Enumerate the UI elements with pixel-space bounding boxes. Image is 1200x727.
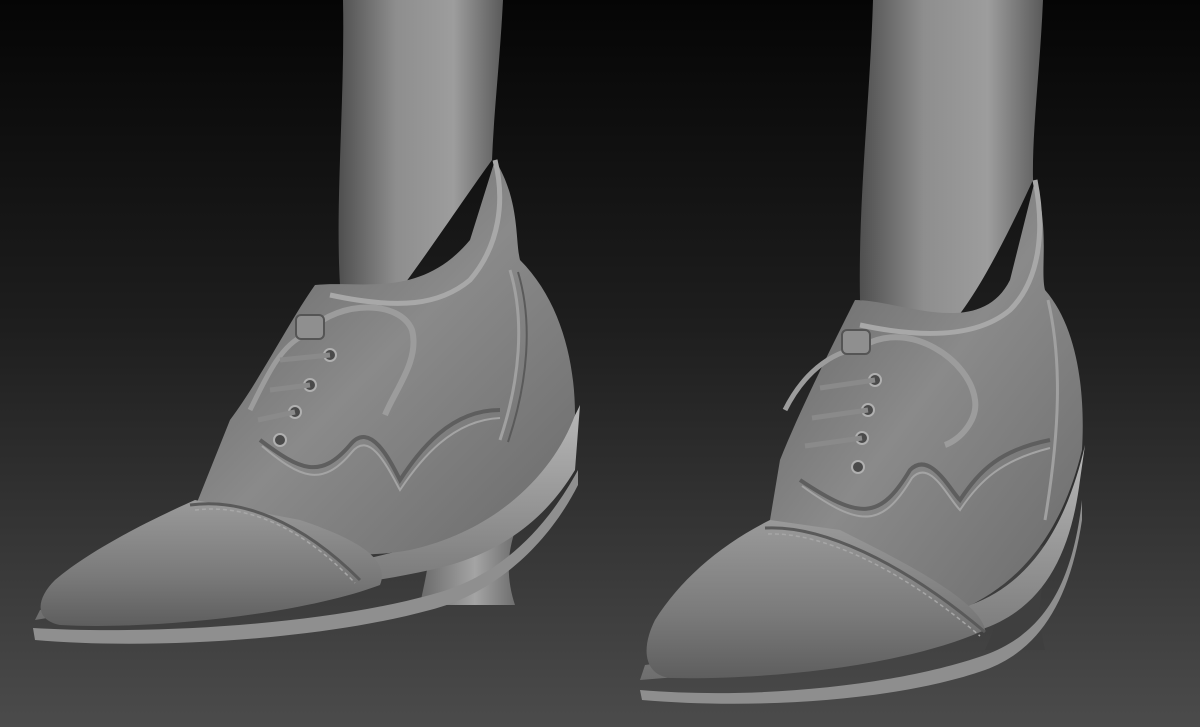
viewport	[0, 0, 1200, 727]
render-canvas	[0, 0, 1200, 727]
